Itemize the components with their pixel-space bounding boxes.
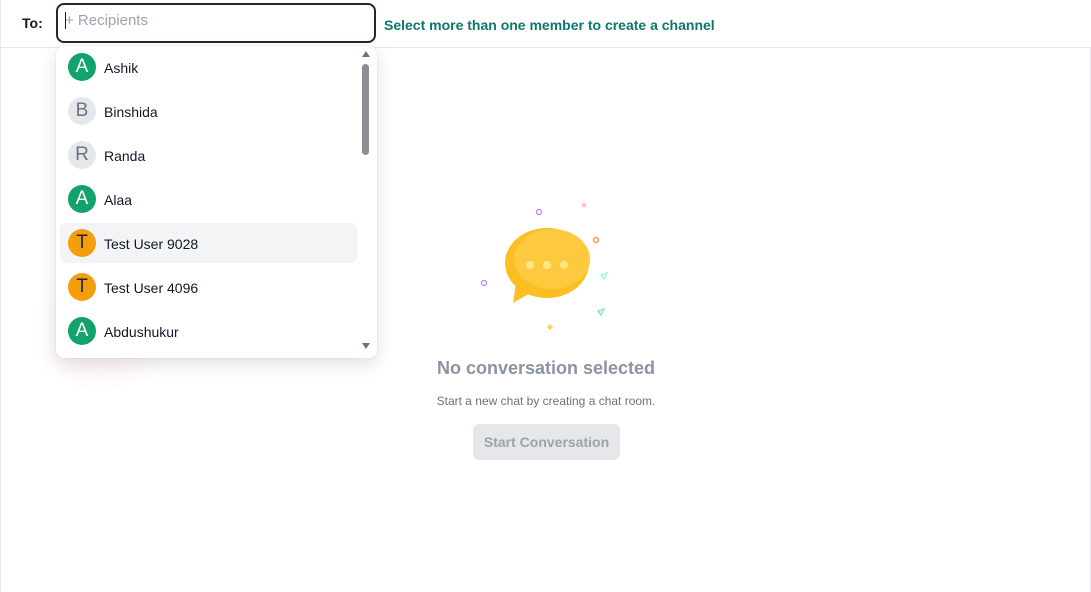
scroll-down-arrow-icon[interactable] <box>362 343 370 349</box>
empty-state: No conversation selected Start a new cha… <box>421 195 671 465</box>
scrollbar-thumb[interactable] <box>362 64 369 155</box>
avatar: A <box>68 185 96 213</box>
list-item[interactable]: A Abdushukur <box>60 311 357 351</box>
list-item[interactable]: A Ashik <box>60 47 357 87</box>
option-name: Binshida <box>104 104 158 120</box>
empty-state-title: No conversation selected <box>436 358 656 378</box>
option-name: Ashik <box>104 60 139 76</box>
avatar: T <box>68 273 96 301</box>
scroll-up-arrow-icon[interactable] <box>362 51 370 57</box>
text-caret <box>65 12 66 29</box>
avatar: R <box>68 141 96 169</box>
channel-hint: Select more than one member to create a … <box>384 17 715 33</box>
start-conversation-button[interactable]: Start Conversation <box>473 424 620 460</box>
avatar: B <box>68 97 96 125</box>
recipients-field[interactable] <box>56 3 376 43</box>
avatar: T <box>68 229 96 257</box>
list-item[interactable]: B Binshida <box>60 91 357 131</box>
option-name: Test User 4096 <box>104 280 199 296</box>
app-window: To: Select more than one member to creat… <box>0 0 1091 592</box>
option-name: Alaa <box>104 192 133 208</box>
option-name: Test User 9028 <box>104 236 199 252</box>
list-item[interactable]: T Test User 4096 <box>60 267 357 307</box>
recipients-header: To: Select more than one member to creat… <box>1 0 1091 48</box>
option-name: Randa <box>104 148 146 164</box>
recipients-dropdown: A Ashik B Binshida R Randa A Alaa T Test… <box>56 46 377 358</box>
chat-bubble-icon <box>480 202 609 330</box>
list-item[interactable]: T Test User 9028 <box>60 223 357 263</box>
list-item[interactable]: A Alaa <box>60 179 357 219</box>
avatar: A <box>68 317 96 345</box>
option-name: Abdushukur <box>104 324 179 340</box>
avatar: A <box>68 53 96 81</box>
to-label: To: <box>22 15 43 31</box>
recipients-input[interactable] <box>65 9 365 31</box>
empty-state-subtitle: Start a new chat by creating a chat room… <box>436 394 656 408</box>
list-item[interactable]: R Randa <box>60 135 357 175</box>
